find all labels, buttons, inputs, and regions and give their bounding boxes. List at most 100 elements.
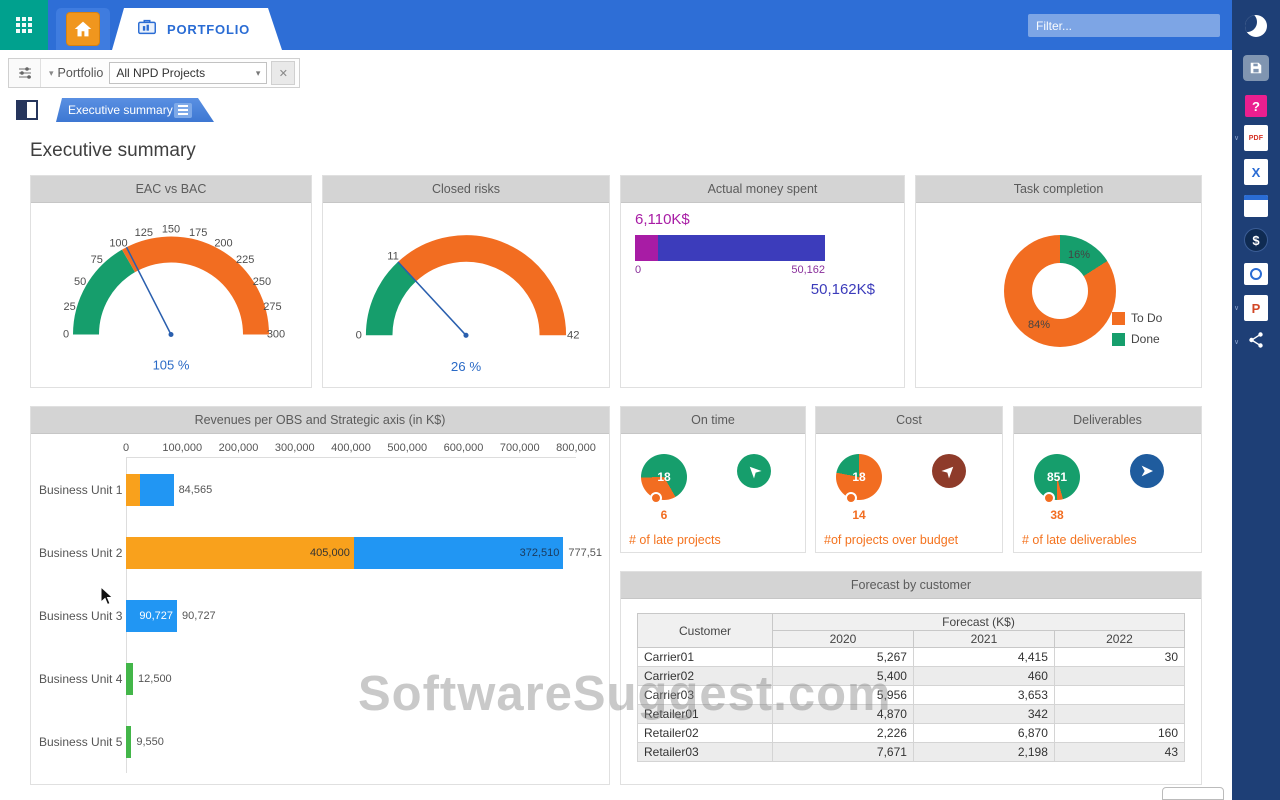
- portfolio-select-value: All NPD Projects: [116, 66, 205, 80]
- hamburger-icon: [178, 109, 188, 111]
- card-header: Task completion: [916, 176, 1201, 203]
- portfolio-select[interactable]: All NPD Projects ▾: [109, 62, 267, 84]
- segment-value-label: 372,510: [520, 547, 564, 559]
- home-icon: [66, 12, 100, 46]
- axis-tick-label: 400,000: [331, 442, 371, 454]
- save-button[interactable]: [1232, 52, 1280, 84]
- axis-tick-label: 200,000: [219, 442, 259, 454]
- eac-gauge-chart: 0 25 50 75 100 125 150 175 200 225 250 2…: [31, 207, 311, 387]
- gauge-value: 26 %: [451, 359, 481, 374]
- value-cell: 2,198: [913, 743, 1054, 762]
- svg-text:11: 11: [387, 251, 399, 263]
- sliders-icon: [17, 65, 33, 81]
- value-cell: 43: [1054, 743, 1184, 762]
- kpi-small-value: 6: [641, 508, 687, 522]
- drill-down-button[interactable]: [932, 454, 966, 488]
- tab-home[interactable]: [56, 8, 110, 50]
- tab-menu-button[interactable]: [174, 103, 192, 118]
- money-spent-bar: [635, 235, 658, 261]
- export-ppt-button[interactable]: ∨ P: [1232, 292, 1280, 324]
- filter-input[interactable]: [1028, 14, 1220, 37]
- chevron-down-icon: ▾: [256, 68, 261, 79]
- value-cell: 3,653: [913, 686, 1054, 705]
- axis-tick-label: 100,000: [162, 442, 202, 454]
- svg-text:175: 175: [189, 227, 207, 239]
- card-task-completion: Task completion 16% 84% To Do Done: [915, 175, 1202, 388]
- schedule-button[interactable]: [1232, 258, 1280, 290]
- drill-down-button[interactable]: [737, 454, 771, 488]
- svg-text:125: 125: [135, 227, 153, 239]
- right-sidebar: ? ∨ PDF X $ ∨ P ∨: [1232, 0, 1280, 800]
- legend-label: Done: [1131, 332, 1160, 346]
- kpi-alert-dot: [845, 492, 857, 504]
- clear-portfolio-button[interactable]: ✕: [271, 61, 295, 85]
- kpi-circle: 18: [836, 454, 882, 500]
- budget-button[interactable]: $: [1232, 224, 1280, 256]
- table-row: Carrier015,2674,41530: [638, 648, 1185, 667]
- bar-track: 90,72790,727: [126, 600, 576, 632]
- column-header-year: 2020: [773, 631, 914, 648]
- watermark: SoftwareSuggest.com: [358, 666, 892, 722]
- segment-value-label: 405,000: [310, 547, 354, 559]
- apps-menu-button[interactable]: [0, 0, 48, 50]
- done-pct-label: 16%: [1068, 249, 1090, 261]
- bar-segment: 405,000: [126, 537, 354, 569]
- legend-swatch: [1112, 312, 1125, 325]
- value-cell: [1054, 667, 1184, 686]
- value-cell: 160: [1054, 724, 1184, 743]
- card-header: Closed risks: [323, 176, 609, 203]
- chevron-down-icon[interactable]: ▾: [41, 68, 58, 79]
- axis-tick-label: 800,000: [556, 442, 596, 454]
- axis-tick-label: 600,000: [444, 442, 484, 454]
- card-deliverables: Deliverables 851 38 # of late deliverabl…: [1013, 406, 1202, 553]
- bar-segment: [126, 726, 131, 758]
- bar-track: 9,550: [126, 726, 576, 758]
- gauge-value: 105 %: [153, 358, 190, 373]
- navigation-arrow-icon: [743, 460, 766, 483]
- card-header: Forecast by customer: [621, 572, 1201, 599]
- pdf-icon: PDF: [1244, 125, 1268, 151]
- help-button[interactable]: ?: [1232, 90, 1280, 122]
- kpi-alert-dot: [1043, 492, 1055, 504]
- moon-icon: [1245, 15, 1267, 37]
- scale-min-label: 0: [635, 264, 641, 276]
- svg-text:75: 75: [91, 254, 103, 266]
- kpi-caption: # of late deliverables: [1022, 533, 1137, 547]
- legend-swatch: [1112, 333, 1125, 346]
- kpi-on-time: 18 6 # of late projects: [621, 434, 805, 553]
- chevron-down-icon: ∨: [1234, 134, 1239, 142]
- panel-toggle-button[interactable]: [16, 100, 38, 120]
- bar-total-label: 777,51: [568, 547, 602, 559]
- customer-cell: Retailer03: [638, 743, 773, 762]
- category-label: Business Unit 2: [39, 546, 126, 560]
- card-header: Deliverables: [1014, 407, 1201, 434]
- bar-total-label: 12,500: [138, 673, 172, 685]
- share-button[interactable]: ∨: [1232, 326, 1280, 358]
- bar-row: Business Unit 2 405,000 372,510 777,51: [39, 521, 601, 584]
- application-window: PORTFOLIO ? ∨ PDF X $: [0, 0, 1280, 800]
- drill-down-button[interactable]: [1130, 454, 1164, 488]
- column-header-year: 2022: [1054, 631, 1184, 648]
- kpi-big-value: 851: [1047, 470, 1067, 484]
- kpi-big-value: 18: [852, 470, 865, 484]
- svg-text:150: 150: [162, 223, 180, 235]
- legend-item-todo: To Do: [1112, 311, 1162, 325]
- share-icon: [1247, 331, 1265, 354]
- theme-toggle-button[interactable]: [1232, 6, 1280, 46]
- column-group-header: Forecast (K$): [773, 614, 1185, 631]
- top-bar: PORTFOLIO: [0, 0, 1232, 50]
- svg-text:275: 275: [263, 301, 281, 313]
- export-excel-button[interactable]: X: [1232, 156, 1280, 188]
- risks-gauge-chart: 0 11 42 26 %: [323, 207, 609, 387]
- revenues-bar-chart: 0100,000200,000300,000400,000500,000600,…: [31, 434, 609, 773]
- card-header: Cost: [816, 407, 1002, 434]
- svg-text:250: 250: [253, 276, 271, 288]
- card-revenues: Revenues per OBS and Strategic axis (in …: [30, 406, 610, 785]
- tab-executive-summary[interactable]: Executive summary: [56, 98, 214, 122]
- svg-text:200: 200: [214, 238, 232, 250]
- task-donut-chart: 16% 84% To Do Done: [916, 203, 1201, 388]
- calendar-button[interactable]: [1232, 190, 1280, 222]
- filter-settings-button[interactable]: [9, 59, 41, 87]
- tab-portfolio[interactable]: PORTFOLIO: [112, 8, 282, 50]
- export-pdf-button[interactable]: ∨ PDF: [1232, 122, 1280, 154]
